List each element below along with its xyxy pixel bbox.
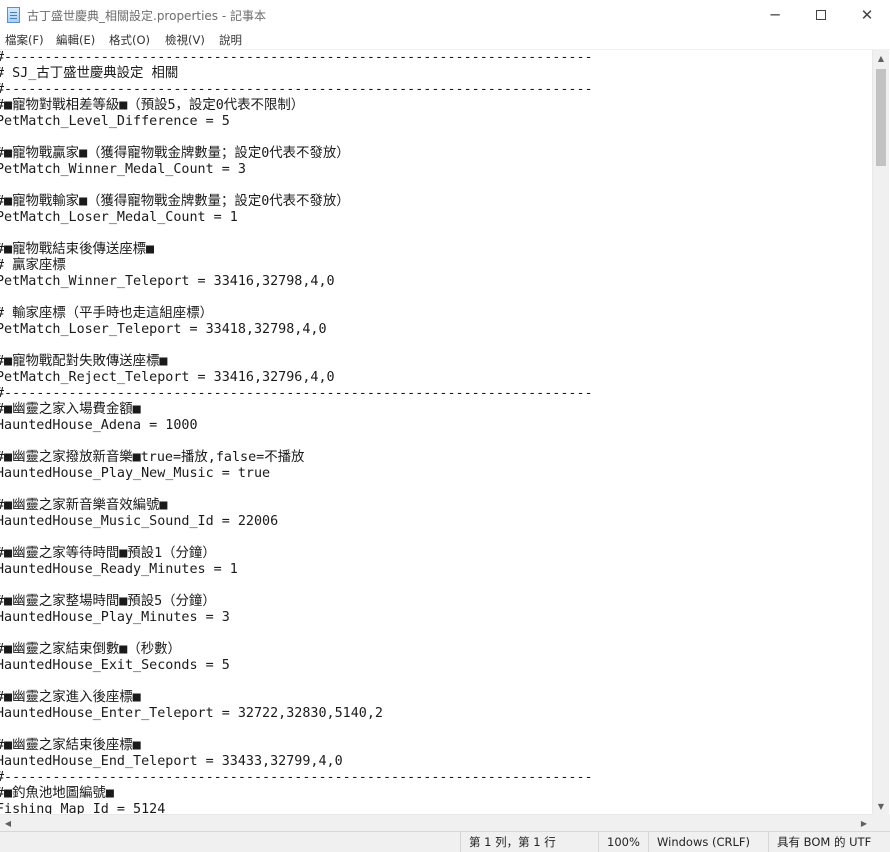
text-line: PetMatch_Winner_Medal_Count = 3 (0, 162, 246, 177)
text-line: # SJ_古丁盛世慶典設定 相關 (0, 66, 179, 81)
text-line: #---------------------------------------… (0, 386, 593, 401)
horizontal-scrollbar[interactable]: ◀ ▶ (0, 814, 872, 831)
text-editor[interactable]: #---------------------------------------… (0, 50, 872, 814)
minimize-button[interactable]: ─ (752, 0, 798, 30)
text-line: HauntedHouse_Play_Minutes = 3 (0, 610, 230, 625)
close-icon: ✕ (860, 6, 874, 24)
status-encoding: 具有 BOM 的 UTF (768, 832, 890, 852)
minimize-icon: ─ (770, 6, 780, 24)
text-line: PetMatch_Loser_Medal_Count = 1 (0, 210, 238, 225)
window-title: 古丁盛世慶典_相關設定.properties - 記事本 (27, 9, 267, 23)
text-line: HauntedHouse_Adena = 1000 (0, 418, 198, 433)
menu-view[interactable]: 檢視(V) (165, 32, 205, 48)
text-line: #■寵物戰贏家■（獲得寵物戰金牌數量；設定0代表不發放） (0, 146, 350, 161)
text-line: HauntedHouse_Ready_Minutes = 1 (0, 562, 238, 577)
text-line: HauntedHouse_Music_Sound_Id = 22006 (0, 514, 279, 529)
text-line: PetMatch_Level_Difference = 5 (0, 114, 230, 129)
text-line: PetMatch_Loser_Teleport = 33418,32798,4,… (0, 322, 327, 337)
text-line (0, 482, 872, 498)
text-line: HauntedHouse_Exit_Seconds = 5 (0, 658, 230, 673)
text-line: #■幽靈之家結束倒數■（秒數） (0, 642, 181, 657)
text-line (0, 338, 872, 354)
maximize-icon (816, 10, 826, 20)
text-line: # 贏家座標 (0, 258, 66, 273)
text-line: #■寵物戰配對失敗傳送座標■ (0, 354, 168, 369)
text-line (0, 530, 872, 546)
text-line: #■幽靈之家撥放新音樂■true=播放,false=不播放 (0, 450, 305, 465)
text-line: #---------------------------------------… (0, 82, 593, 97)
text-line: #■幽靈之家入場費金額■ (0, 402, 141, 417)
scrollbar-corner (872, 814, 890, 831)
text-line (0, 674, 872, 690)
text-line: #■寵物戰輸家■（獲得寵物戰金牌數量；設定0代表不發放） (0, 194, 350, 209)
menu-help[interactable]: 說明 (219, 32, 242, 48)
scroll-down-icon[interactable]: ▼ (873, 798, 889, 814)
text-line: HauntedHouse_Enter_Teleport = 32722,3283… (0, 706, 383, 721)
text-line: #■幽靈之家等待時間■預設1（分鐘） (0, 546, 216, 561)
status-bar: 第 1 列，第 1 行 100% Windows (CRLF) 具有 BOM 的… (0, 831, 890, 852)
close-button[interactable]: ✕ (844, 0, 890, 30)
text-line: PetMatch_Reject_Teleport = 33416,32796,4… (0, 370, 335, 385)
text-line: #---------------------------------------… (0, 770, 593, 785)
maximize-button[interactable] (798, 0, 844, 30)
text-line: #■寵物戰結束後傳送座標■ (0, 242, 155, 257)
vertical-scrollbar[interactable]: ▲ ▼ (872, 50, 889, 814)
menu-bar: 檔案(F) 編輯(E) 格式(O) 檢視(V) 說明 (0, 30, 890, 50)
text-line (0, 178, 872, 194)
text-line: HauntedHouse_Play_New_Music = true (0, 466, 271, 481)
text-content: #---------------------------------------… (0, 50, 872, 814)
menu-edit[interactable]: 編輯(E) (56, 32, 95, 48)
text-line: #■幽靈之家進入後座標■ (0, 690, 141, 705)
text-line (0, 578, 872, 594)
text-line: #■寵物對戰相差等級■（預設5，設定0代表不限制） (0, 98, 305, 113)
text-line (0, 130, 872, 146)
scroll-right-icon[interactable]: ▶ (856, 815, 872, 831)
status-zoom: 100% (598, 832, 648, 852)
text-line: PetMatch_Winner_Teleport = 33416,32798,4… (0, 274, 335, 289)
text-line: HauntedHouse_End_Teleport = 33433,32799,… (0, 754, 343, 769)
scroll-up-icon[interactable]: ▲ (873, 50, 889, 66)
menu-file[interactable]: 檔案(F) (5, 32, 44, 48)
text-line: Fishing_Map_Id = 5124 (0, 802, 166, 814)
status-cursor-position: 第 1 列，第 1 行 (460, 832, 598, 852)
menu-format[interactable]: 格式(O) (109, 32, 150, 48)
text-line (0, 226, 872, 242)
text-line: #■幽靈之家整場時間■預設5（分鐘） (0, 594, 216, 609)
text-line: #---------------------------------------… (0, 50, 593, 65)
scroll-left-icon[interactable]: ◀ (0, 815, 16, 831)
text-line (0, 290, 872, 306)
text-line (0, 722, 872, 738)
title-bar: 古丁盛世慶典_相關設定.properties - 記事本 ─ ✕ (0, 0, 890, 30)
status-line-ending: Windows (CRLF) (648, 832, 768, 852)
text-line: # 輸家座標（平手時也走這組座標） (0, 306, 213, 321)
text-line: #■幽靈之家新音樂音效編號■ (0, 498, 168, 513)
text-line: #■幽靈之家結束後座標■ (0, 738, 141, 753)
text-line: #■釣魚池地圖編號■ (0, 786, 114, 801)
text-line (0, 434, 872, 450)
vertical-scroll-thumb[interactable] (876, 69, 886, 166)
notepad-icon (7, 7, 20, 23)
text-line (0, 626, 872, 642)
